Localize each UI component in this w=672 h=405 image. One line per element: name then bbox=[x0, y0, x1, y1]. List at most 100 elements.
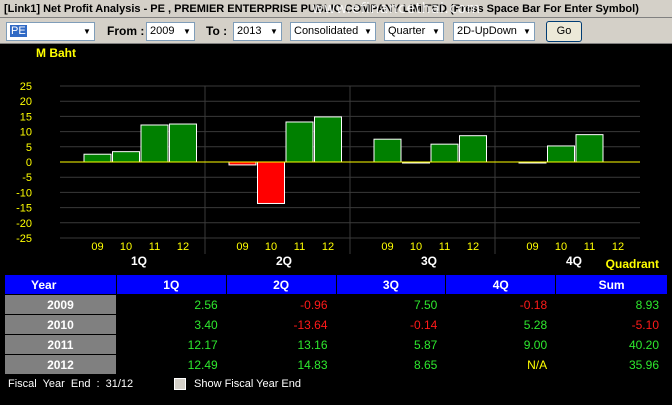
column-header-3q: 3Q bbox=[335, 274, 447, 295]
value-cell: 7.50 bbox=[335, 294, 447, 315]
y-tick-label: -20 bbox=[16, 218, 32, 230]
from-year-value: 2009 bbox=[150, 25, 175, 37]
x-tick-label: 10 bbox=[410, 241, 422, 253]
chart-bar bbox=[575, 134, 604, 163]
value-cell: 12.17 bbox=[115, 334, 227, 355]
x-tick-label: 12 bbox=[177, 241, 189, 253]
sum-cell: 40.20 bbox=[555, 334, 668, 355]
chart-view-value: 2D-UpDown bbox=[457, 25, 517, 37]
chart-bar bbox=[83, 153, 112, 163]
chevron-down-icon[interactable]: ▼ bbox=[361, 23, 375, 40]
value-cell: 9.00 bbox=[445, 334, 557, 355]
x-tick-label: 12 bbox=[322, 241, 334, 253]
value-cell: N/A bbox=[445, 354, 557, 375]
chart-view-select[interactable]: 2D-UpDown ▼ bbox=[453, 22, 535, 41]
x-tick-label: 11 bbox=[294, 241, 305, 253]
sum-cell: 8.93 bbox=[555, 294, 668, 315]
fiscal-year-end-label: Fiscal Year End : 31/12 bbox=[8, 378, 134, 390]
table-row: 2010 3.40 -13.64 -0.14 5.28 -5.10 bbox=[4, 314, 668, 335]
chevron-down-icon[interactable]: ▼ bbox=[520, 23, 534, 40]
table-row: 2011 12.17 13.16 5.87 9.00 40.20 bbox=[4, 334, 668, 355]
value-cell: 3.40 bbox=[115, 314, 227, 335]
quarter-label: 1Q bbox=[131, 254, 147, 268]
year-cell: 2010 bbox=[4, 314, 117, 335]
footer: Fiscal Year End : 31/12 Show Fiscal Year… bbox=[0, 376, 672, 405]
x-tick-label: 11 bbox=[439, 241, 450, 253]
y-tick-label: 25 bbox=[20, 81, 32, 93]
sum-cell: -5.10 bbox=[555, 314, 668, 335]
go-button[interactable]: Go bbox=[546, 21, 582, 42]
column-header-2q: 2Q bbox=[225, 274, 337, 295]
value-cell: 8.65 bbox=[335, 354, 447, 375]
x-tick-label: 12 bbox=[612, 241, 624, 253]
quarter-label: 3Q bbox=[421, 254, 437, 268]
x-tick-label: 09 bbox=[526, 241, 538, 253]
chevron-down-icon[interactable]: ▼ bbox=[267, 23, 281, 40]
y-tick-label: -25 bbox=[16, 233, 32, 245]
y-tick-label: 20 bbox=[20, 96, 32, 108]
y-tick-label: 0 bbox=[26, 157, 32, 169]
y-tick-label: -15 bbox=[16, 203, 32, 215]
column-header-4q: 4Q bbox=[445, 274, 557, 295]
chart-bar bbox=[373, 138, 402, 163]
x-tick-label: 10 bbox=[265, 241, 277, 253]
value-cell: 2.56 bbox=[115, 294, 227, 315]
show-fiscal-year-label[interactable]: Show Fiscal Year End bbox=[194, 378, 301, 390]
chevron-down-icon[interactable]: ▼ bbox=[429, 23, 443, 40]
x-tick-label: 09 bbox=[381, 241, 393, 253]
value-cell: -13.64 bbox=[225, 314, 337, 335]
period-select[interactable]: Quarter ▼ bbox=[384, 22, 444, 41]
y-tick-label: 5 bbox=[26, 142, 32, 154]
x-tick-label: 09 bbox=[91, 241, 103, 253]
net-profit-chart: M Baht 25 20 15 10 5 0 -5 -10 -15 -20 -25 09 10 11 12 1Q… bbox=[0, 44, 672, 270]
year-cell: 2012 bbox=[4, 354, 117, 375]
chart-bar bbox=[314, 116, 342, 163]
x-tick-label: 12 bbox=[467, 241, 479, 253]
y-tick-label: -10 bbox=[16, 187, 32, 199]
statement-type-select[interactable]: Consolidated ▼ bbox=[290, 22, 376, 41]
value-cell: 5.28 bbox=[445, 314, 557, 335]
chart-bar bbox=[285, 121, 314, 163]
from-year-select[interactable]: 2009 ▼ bbox=[146, 22, 195, 41]
from-label: From : bbox=[107, 24, 145, 38]
net-profit-table: Year 1Q 2Q 3Q 4Q Sum 2009 2.56 -0.96 7.5… bbox=[4, 274, 668, 375]
chart-bar bbox=[430, 143, 459, 163]
quarter-label: 4Q bbox=[566, 254, 582, 268]
value-cell: -0.18 bbox=[445, 294, 557, 315]
symbol-input[interactable]: PE ▼ bbox=[6, 22, 95, 41]
value-cell: 5.87 bbox=[335, 334, 447, 355]
period-value: Quarter bbox=[388, 25, 426, 37]
column-header-sum: Sum bbox=[555, 274, 668, 295]
x-tick-label: 11 bbox=[584, 241, 595, 253]
chevron-down-icon[interactable]: ▼ bbox=[180, 23, 194, 40]
value-cell: -0.14 bbox=[335, 314, 447, 335]
y-tick-label: 15 bbox=[20, 111, 32, 123]
x-tick-label: 10 bbox=[555, 241, 567, 253]
chevron-down-icon[interactable]: ▼ bbox=[80, 23, 94, 40]
y-tick-label: -5 bbox=[22, 172, 32, 184]
year-cell: 2009 bbox=[4, 294, 117, 315]
value-cell: 14.83 bbox=[225, 354, 337, 375]
to-year-value: 2013 bbox=[237, 25, 262, 37]
table-row: 2012 12.49 14.83 8.65 N/A 35.96 bbox=[4, 354, 668, 375]
chart-bar bbox=[140, 124, 169, 163]
sum-cell: 35.96 bbox=[555, 354, 668, 375]
chart-bar bbox=[169, 123, 197, 163]
chart-bar bbox=[459, 135, 487, 163]
y-axis-title: M Baht bbox=[36, 46, 76, 60]
statement-type-value: Consolidated bbox=[294, 25, 359, 37]
watermark: www.efinancethai.com bbox=[312, 1, 481, 17]
chart-bar bbox=[547, 145, 575, 163]
to-year-select[interactable]: 2013 ▼ bbox=[233, 22, 282, 41]
table-header-row: Year 1Q 2Q 3Q 4Q Sum bbox=[4, 274, 668, 295]
show-fiscal-year-checkbox[interactable] bbox=[174, 378, 186, 390]
x-tick-label: 11 bbox=[149, 241, 160, 253]
quarter-label: 2Q bbox=[276, 254, 292, 268]
value-cell: 12.49 bbox=[115, 354, 227, 375]
x-tick-label: 09 bbox=[236, 241, 248, 253]
toolbar: PE ▼ From : 2009 ▼ To : 2013 ▼ Consolida… bbox=[0, 18, 672, 44]
chart-bar bbox=[112, 151, 140, 163]
x-axis-title: Quadrant bbox=[606, 257, 659, 270]
value-cell: -0.96 bbox=[225, 294, 337, 315]
column-header-1q: 1Q bbox=[115, 274, 227, 295]
